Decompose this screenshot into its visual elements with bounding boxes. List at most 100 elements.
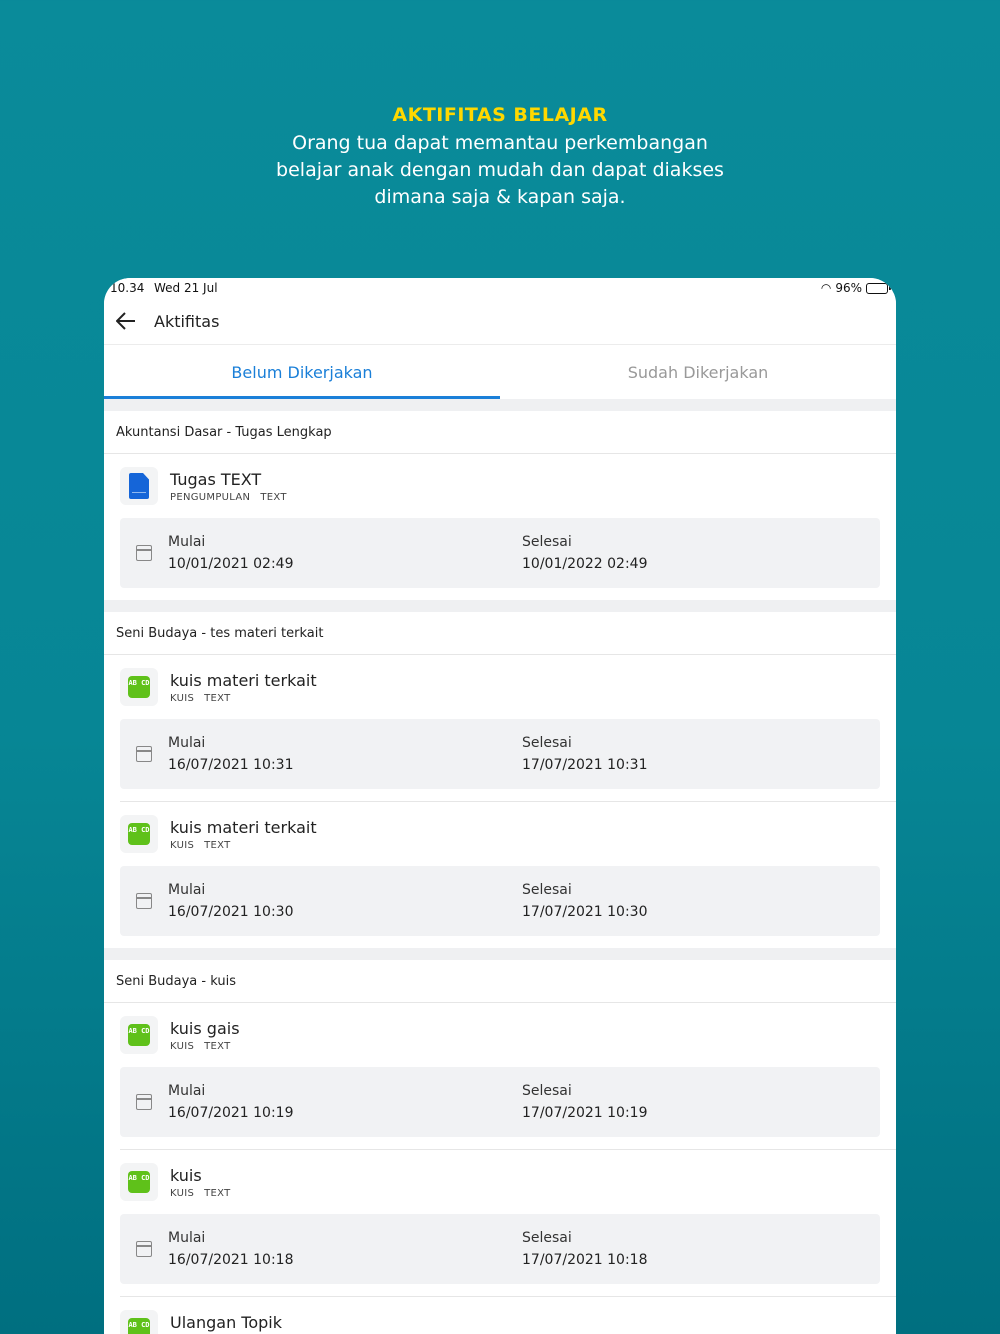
quiz-icon: AB CD <box>120 1310 158 1334</box>
calendar-icon <box>136 893 152 909</box>
activity-item[interactable]: AB CD kuis materi terkait KUIS TEXT Mulai… <box>120 801 896 948</box>
promo-description: Orang tua dapat memantau perkembangan be… <box>0 130 1000 211</box>
activity-item[interactable]: AB CD kuis gais KUIS TEXT Mulai 16/07/202… <box>104 1003 896 1149</box>
course-section: Akuntansi Dasar - Tugas Lengkap Tugas TE… <box>104 411 896 600</box>
end-date-col: Selesai 17/07/2021 10:31 <box>522 735 876 773</box>
activity-dates: Mulai 10/01/2021 02:49 Selesai 10/01/202… <box>120 518 880 588</box>
start-date: 16/07/2021 10:18 <box>168 1252 294 1268</box>
end-date-col: Selesai 10/01/2022 02:49 <box>522 534 876 572</box>
activity-tags: KUIS TEXT <box>170 1188 241 1199</box>
activity-title: kuis gais <box>170 1018 240 1038</box>
end-label: Selesai <box>522 1083 572 1099</box>
activity-title: kuis materi terkait <box>170 817 317 837</box>
activity-tags: KUIS TEXT <box>170 840 317 851</box>
end-date-col: Selesai 17/07/2021 10:30 <box>522 882 876 920</box>
page-title: Aktifitas <box>154 311 220 331</box>
start-label: Mulai <box>168 882 206 898</box>
document-icon <box>120 467 158 505</box>
end-date-col: Selesai 17/07/2021 10:19 <box>522 1083 876 1121</box>
end-date: 17/07/2021 10:30 <box>522 904 648 920</box>
activity-tags: KUIS TEXT <box>170 693 317 704</box>
start-date-col: Mulai 16/07/2021 10:30 <box>168 882 522 920</box>
activity-format-tag: TEXT <box>204 1040 231 1052</box>
activity-dates: Mulai 16/07/2021 10:18 Selesai 17/07/202… <box>120 1214 880 1284</box>
status-date: Wed 21 Jul <box>154 281 218 295</box>
activity-header: AB CD kuis materi terkait KUIS TEXT <box>120 802 880 866</box>
course-section: Seni Budaya - tes materi terkait AB CD k… <box>104 612 896 948</box>
start-label: Mulai <box>168 1230 206 1246</box>
activity-dates: Mulai 16/07/2021 10:19 Selesai 17/07/202… <box>120 1067 880 1137</box>
end-label: Selesai <box>522 735 572 751</box>
battery-percent: 96% <box>835 281 862 295</box>
activity-item[interactable]: Tugas TEXT PENGUMPULAN TEXT Mulai 10/01/2… <box>104 454 896 600</box>
end-date: 17/07/2021 10:19 <box>522 1105 648 1121</box>
activity-format-tag: TEXT <box>204 1187 231 1199</box>
activity-header: AB CD kuis KUIS TEXT <box>120 1150 880 1214</box>
section-title: Seni Budaya - kuis <box>104 960 896 1003</box>
start-label: Mulai <box>168 735 206 751</box>
activity-header: AB CD Ulangan Topik UJIAN AKHIRTEXT <box>120 1297 880 1334</box>
activity-tags: KUIS TEXT <box>170 1041 241 1052</box>
quiz-icon: AB CD <box>120 668 158 706</box>
start-date: 10/01/2021 02:49 <box>168 556 294 572</box>
activity-list: Akuntansi Dasar - Tugas Lengkap Tugas TE… <box>104 399 896 1334</box>
activity-header: Tugas TEXT PENGUMPULAN TEXT <box>120 454 880 518</box>
start-date-col: Mulai 16/07/2021 10:18 <box>168 1230 522 1268</box>
activity-format-tag: TEXT <box>260 491 287 503</box>
status-time: 10.34 <box>110 281 145 295</box>
activity-title: kuis <box>170 1165 202 1185</box>
activity-item[interactable]: AB CD kuis KUIS TEXT Mulai 16/07/2021 10:… <box>120 1149 896 1296</box>
nav-bar: Aktifitas <box>104 298 896 345</box>
quiz-icon: AB CD <box>120 815 158 853</box>
start-label: Mulai <box>168 1083 206 1099</box>
end-label: Selesai <box>522 1230 572 1246</box>
activity-title: kuis materi terkait <box>170 670 317 690</box>
section-title: Seni Budaya - tes materi terkait <box>104 612 896 655</box>
end-label: Selesai <box>522 534 572 550</box>
back-arrow-icon[interactable] <box>104 298 148 345</box>
start-date-col: Mulai 16/07/2021 10:31 <box>168 735 522 773</box>
end-date: 17/07/2021 10:18 <box>522 1252 648 1268</box>
activity-title: Ulangan Topik <box>170 1312 282 1332</box>
tab-sudah-dikerjakan[interactable]: Sudah Dikerjakan <box>500 345 896 399</box>
activity-dates: Mulai 16/07/2021 10:30 Selesai 17/07/202… <box>120 866 880 936</box>
course-section: Seni Budaya - kuis AB CD kuis gais KUIS T… <box>104 960 896 1334</box>
activity-type-tag: KUIS <box>170 1040 195 1052</box>
activity-header: AB CD kuis materi terkait KUIS TEXT <box>120 655 880 719</box>
activity-item[interactable]: AB CD Ulangan Topik UJIAN AKHIRTEXT <box>120 1296 896 1334</box>
wifi-icon: ◠ <box>820 281 832 295</box>
promo-header: AKTIFITAS BELAJAR Orang tua dapat memant… <box>0 104 1000 211</box>
activity-title: Tugas TEXT <box>170 469 262 489</box>
calendar-icon <box>136 1241 152 1257</box>
quiz-icon: AB CD <box>120 1163 158 1201</box>
tab-belum-dikerjakan[interactable]: Belum Dikerjakan <box>104 345 500 399</box>
activity-dates: Mulai 16/07/2021 10:31 Selesai 17/07/202… <box>120 719 880 789</box>
promo-line: dimana saja & kapan saja. <box>374 186 626 208</box>
promo-title: AKTIFITAS BELAJAR <box>392 104 608 126</box>
activity-header: AB CD kuis gais KUIS TEXT <box>120 1003 880 1067</box>
activity-type-tag: KUIS <box>170 839 195 851</box>
activity-item[interactable]: AB CD kuis materi terkait KUIS TEXT Mulai… <box>104 655 896 801</box>
calendar-icon <box>136 746 152 762</box>
start-date: 16/07/2021 10:31 <box>168 757 294 773</box>
start-date: 16/07/2021 10:19 <box>168 1105 294 1121</box>
battery-icon <box>866 282 891 294</box>
quiz-icon: AB CD <box>120 1016 158 1054</box>
activity-type-tag: KUIS <box>170 692 195 704</box>
start-label: Mulai <box>168 534 206 550</box>
activity-type-tag: PENGUMPULAN <box>170 491 251 503</box>
activity-format-tag: TEXT <box>204 692 231 704</box>
end-date: 10/01/2022 02:49 <box>522 556 648 572</box>
promo-line: belajar anak dengan mudah dan dapat diak… <box>276 159 724 181</box>
calendar-icon <box>136 1094 152 1110</box>
tablet-screen: 10.34 Wed 21 Jul ◠ 96% Aktifitas Belum D… <box>104 278 896 1334</box>
end-date: 17/07/2021 10:31 <box>522 757 648 773</box>
start-date-col: Mulai 16/07/2021 10:19 <box>168 1083 522 1121</box>
tab-bar: Belum Dikerjakan Sudah Dikerjakan <box>104 345 896 399</box>
calendar-icon <box>136 545 152 561</box>
end-date-col: Selesai 17/07/2021 10:18 <box>522 1230 876 1268</box>
section-title: Akuntansi Dasar - Tugas Lengkap <box>104 411 896 454</box>
activity-type-tag: KUIS <box>170 1187 195 1199</box>
status-bar: 10.34 Wed 21 Jul ◠ 96% <box>104 278 896 298</box>
start-date-col: Mulai 10/01/2021 02:49 <box>168 534 522 572</box>
